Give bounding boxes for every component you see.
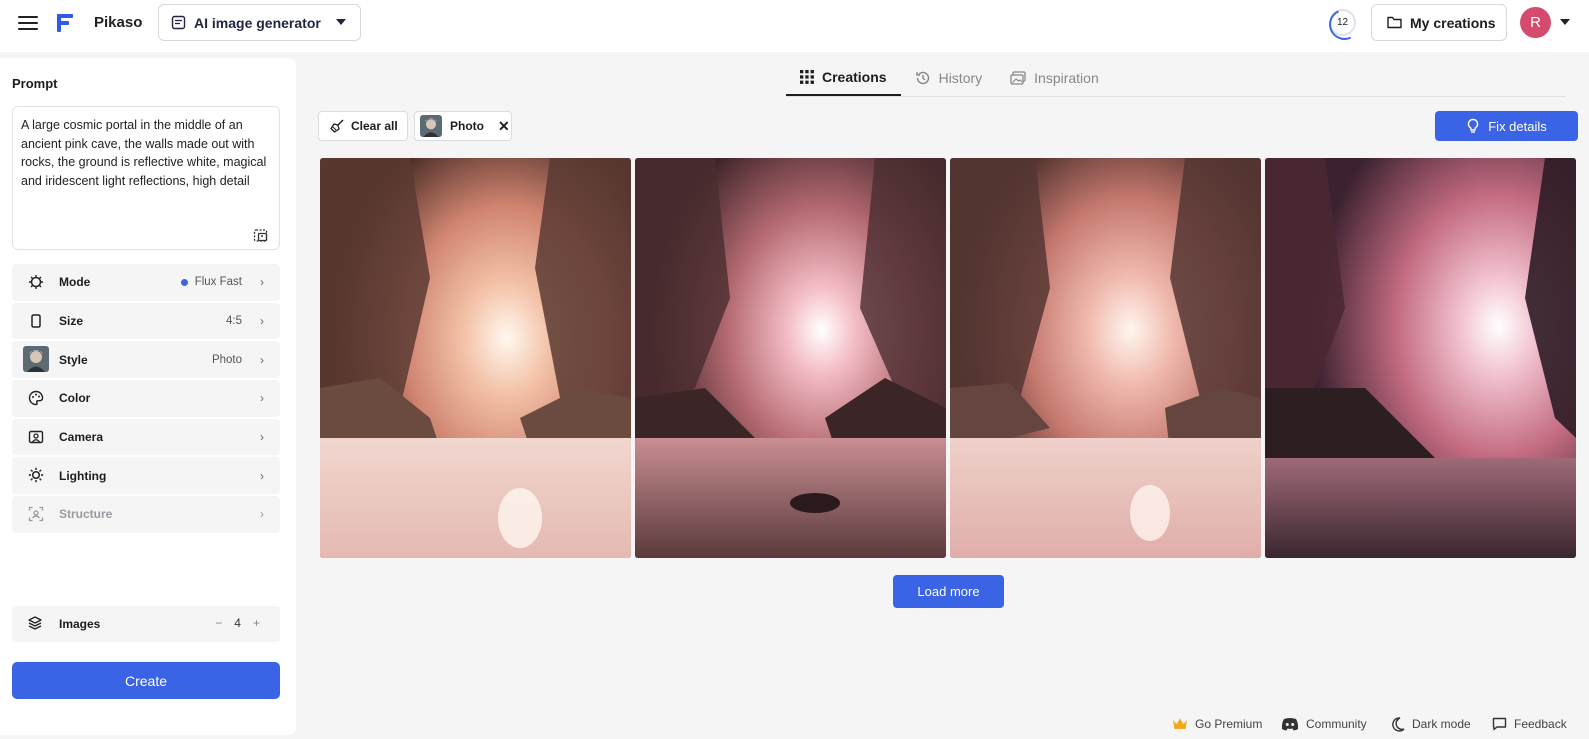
chevron-right-icon: › [260, 468, 264, 483]
top-bar: Pikaso AI image generator 12 My creation… [0, 0, 1589, 52]
option-name: Lighting [59, 468, 107, 483]
clear-all-button[interactable]: Clear all [318, 111, 408, 141]
filter-chip-label: Photo [450, 119, 484, 133]
tool-selector-label: AI image generator [194, 14, 321, 31]
create-button[interactable]: Create [12, 662, 280, 699]
credits-indicator[interactable]: 12 [1329, 9, 1356, 36]
moon-icon [1391, 716, 1405, 732]
chevron-right-icon: › [260, 430, 264, 444]
photo-style-thumbnail [420, 115, 442, 137]
option-lighting[interactable]: Lighting › [12, 457, 280, 494]
my-creations-button[interactable]: My creations [1371, 4, 1507, 41]
palette-icon [27, 389, 45, 407]
option-value: 4:5 [226, 314, 242, 327]
chevron-right-icon: › [260, 352, 264, 367]
camera-icon [27, 428, 45, 446]
option-name: Structure [59, 507, 113, 522]
images-count: 4 [234, 616, 241, 630]
sun-icon [27, 466, 45, 484]
images-count-row: Images − 4 + [12, 606, 280, 642]
option-name: Color [59, 391, 91, 406]
option-color[interactable]: Color › [12, 380, 280, 417]
go-premium-link[interactable]: Go Premium [1172, 714, 1262, 734]
app-name: Pikaso [94, 14, 143, 31]
increment-button[interactable]: + [253, 616, 260, 630]
feedback-icon [1492, 717, 1507, 731]
option-size[interactable]: Size 4:5 › [12, 302, 280, 340]
options-list: Mode Flux Fast › Size 4:5 › Style Photo … [12, 264, 280, 535]
option-value: Photo [211, 353, 242, 366]
community-label: Community [1306, 717, 1367, 731]
crown-icon [1172, 717, 1188, 731]
option-name: Camera [59, 430, 104, 444]
my-creations-label: My creations [1410, 14, 1496, 31]
chevron-right-icon: › [260, 507, 264, 522]
grid-icon [800, 70, 814, 84]
tab-label: Inspiration [1034, 70, 1099, 86]
option-name: Style [59, 352, 88, 367]
generator-icon [171, 15, 186, 30]
tab-label: Creations [822, 69, 887, 85]
option-structure[interactable]: Structure › [12, 496, 280, 533]
tab-label: History [938, 70, 983, 86]
discord-icon [1281, 717, 1299, 731]
community-link[interactable]: Community [1281, 714, 1367, 734]
generated-image[interactable] [635, 158, 946, 558]
clear-all-label: Clear all [351, 119, 398, 133]
pikaso-logo-icon [57, 14, 73, 32]
dark-mode-toggle[interactable]: Dark mode [1391, 714, 1471, 734]
option-mode[interactable]: Mode Flux Fast › [12, 264, 280, 301]
feedback-label: Feedback [1514, 717, 1567, 731]
option-style[interactable]: Style Photo › [12, 341, 280, 378]
images-label: Images [59, 617, 101, 631]
tab-inspiration[interactable]: Inspiration [996, 60, 1113, 96]
close-icon[interactable]: ✕ [498, 118, 510, 135]
decrement-button[interactable]: − [215, 616, 222, 630]
chevron-right-icon: › [260, 275, 264, 290]
chevron-right-icon: › [260, 313, 264, 328]
style-thumbnail [23, 346, 49, 373]
sidebar: Prompt A large cosmic portal in the midd… [0, 58, 296, 735]
layers-icon [27, 615, 43, 636]
option-name: Size [59, 313, 84, 328]
view-tabs: Creations History Inspiration [786, 60, 1113, 96]
image-reference-icon[interactable] [253, 227, 269, 243]
account-chevron-down-icon[interactable] [1560, 19, 1570, 25]
status-dot-icon [180, 278, 188, 286]
feedback-link[interactable]: Feedback [1492, 714, 1567, 734]
option-value: Flux Fast [180, 276, 242, 289]
menu-icon[interactable] [18, 14, 40, 32]
fix-details-button[interactable]: Fix details [1435, 111, 1578, 141]
option-camera[interactable]: Camera › [12, 418, 280, 456]
generated-image[interactable] [950, 158, 1261, 558]
prompt-title: Prompt [12, 76, 58, 91]
images-stepper: − 4 + [209, 616, 266, 630]
mode-icon [27, 273, 45, 291]
fix-details-label: Fix details [1488, 118, 1547, 134]
chevron-down-icon [336, 19, 346, 25]
tab-creations[interactable]: Creations [786, 60, 901, 96]
generated-image[interactable] [1265, 158, 1576, 558]
tab-history[interactable]: History [901, 60, 997, 96]
avatar[interactable]: R [1520, 7, 1551, 38]
tabs-divider [786, 96, 1566, 97]
dark-mode-label: Dark mode [1412, 717, 1471, 731]
structure-icon [27, 505, 45, 523]
image-gallery [320, 158, 1580, 558]
style-filter-chip[interactable]: Photo ✕ [414, 111, 512, 141]
inspiration-icon [1010, 71, 1026, 85]
folder-icon [1387, 16, 1402, 29]
prompt-input[interactable]: A large cosmic portal in the middle of a… [12, 106, 280, 250]
lightbulb-icon [1468, 118, 1479, 133]
mode-value: Flux Fast [194, 276, 242, 289]
history-icon [915, 70, 931, 86]
chevron-right-icon: › [260, 391, 264, 406]
go-premium-label: Go Premium [1195, 717, 1263, 731]
tool-selector[interactable]: AI image generator [158, 4, 361, 41]
generated-image[interactable] [320, 158, 631, 558]
broom-icon [330, 119, 344, 133]
size-icon [27, 312, 45, 330]
option-name: Mode [59, 275, 91, 290]
load-more-button[interactable]: Load more [893, 575, 1004, 608]
